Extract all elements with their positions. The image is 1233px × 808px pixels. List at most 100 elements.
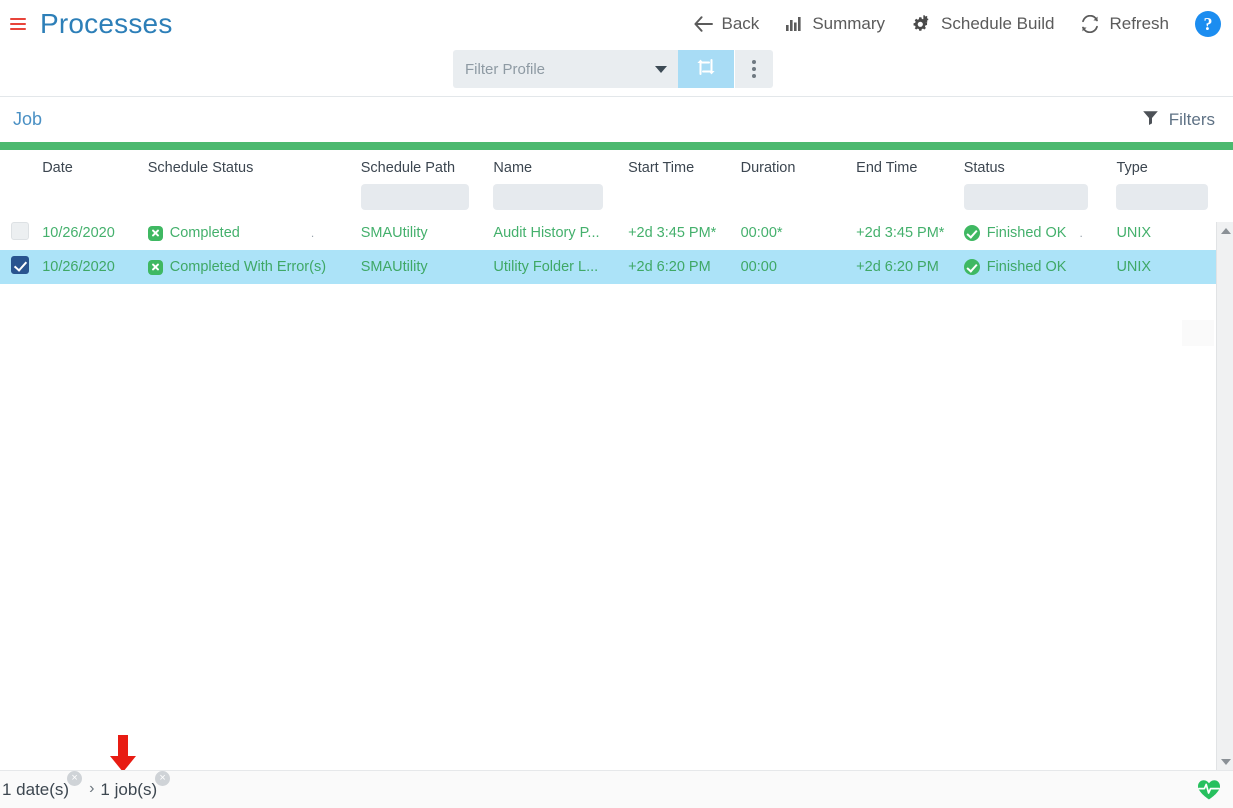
status-bar: 1 date(s) × › 1 job(s) × [0, 770, 1233, 808]
summary-label: Summary [812, 14, 886, 33]
scroll-down-button[interactable] [1217, 753, 1233, 770]
cell-name: Audit History P... [493, 216, 629, 250]
cell-start-time: +2d 6:20 PM [628, 250, 741, 284]
selection-breadcrumbs: 1 date(s) × › 1 job(s) × [2, 770, 171, 800]
cell-date: 10/26/2020 [42, 216, 148, 250]
exchange-arrows-icon [695, 57, 717, 82]
swap-profile-button[interactable] [678, 50, 734, 88]
schedule-status-text: Completed [169, 225, 240, 241]
status-text: Finished OK [986, 259, 1067, 275]
th-duration[interactable]: Duration [740, 150, 857, 216]
filters-label: Filters [1168, 109, 1215, 129]
vertical-dots-icon [752, 60, 756, 64]
placeholder-box [1182, 320, 1214, 346]
heartbeat-icon[interactable] [1197, 779, 1221, 801]
scroll-up-button[interactable] [1217, 222, 1233, 239]
help-icon[interactable]: ? [1195, 11, 1221, 37]
page-title: Processes [40, 8, 173, 39]
gears-icon [911, 15, 932, 33]
cell-date: 10/26/2020 [42, 250, 148, 284]
cell-status: Finished OK [963, 250, 1117, 284]
row-select-cell[interactable] [0, 216, 43, 250]
crumb-separator: › [89, 779, 95, 797]
filter-profile-select[interactable]: Filter Profile [453, 50, 678, 88]
refresh-label: Refresh [1109, 14, 1169, 33]
processes-page: Processes Back Summary Schedule Build Re… [0, 0, 1233, 808]
chevron-down-icon [655, 66, 667, 73]
table-row[interactable]: 10/26/2020 Completed . SMAUtility Audit … [0, 216, 1217, 250]
filter-input-schedule-path[interactable] [360, 184, 469, 210]
crumb-jobs-label: 1 job(s) [100, 779, 158, 799]
table-header-row: Date Schedule Status Schedule Path Name … [0, 150, 1217, 216]
jobs-table: Date Schedule Status Schedule Path Name … [0, 150, 1217, 284]
th-start-time[interactable]: Start Time [628, 150, 741, 216]
filter-profile-row: Filter Profile [0, 48, 1233, 96]
refresh-button[interactable]: Refresh [1080, 14, 1169, 34]
cell-end-time: +2d 6:20 PM [856, 250, 964, 284]
filter-input-name[interactable] [493, 184, 604, 210]
filter-input-status[interactable] [963, 184, 1088, 210]
th-end-time[interactable]: End Time [856, 150, 964, 216]
th-schedule-status[interactable]: Schedule Status [147, 150, 361, 216]
th-status[interactable]: Status [963, 150, 1117, 216]
th-date[interactable]: Date [42, 150, 148, 216]
filter-profile-control: Filter Profile [453, 50, 773, 88]
filter-input-type[interactable] [1116, 184, 1209, 210]
profile-more-menu[interactable] [735, 50, 773, 88]
red-down-arrow-icon [108, 735, 138, 773]
triangle-down-icon [1220, 758, 1231, 765]
th-name[interactable]: Name [493, 150, 629, 216]
th-type[interactable]: Type [1116, 150, 1217, 216]
breadcrumb[interactable]: Job [13, 109, 42, 130]
row-checkbox[interactable] [11, 256, 29, 274]
schedule-status-text: Completed With Error(s) [169, 259, 327, 275]
cell-schedule-path: SMAUtility [360, 216, 494, 250]
jobs-table-container: Date Schedule Status Schedule Path Name … [0, 150, 1217, 770]
crumb-dates-label: 1 date(s) [2, 779, 70, 799]
back-label: Back [721, 14, 760, 33]
th-schedule-path[interactable]: Schedule Path [360, 150, 494, 216]
cell-end-time: +2d 3:45 PM* [856, 216, 964, 250]
cell-duration: 00:00 [740, 250, 857, 284]
cell-status: Finished OK . [963, 216, 1117, 250]
triangle-up-icon [1220, 227, 1231, 234]
cell-schedule-status: Completed With Error(s) [147, 250, 361, 284]
sub-header: Job Filters [0, 96, 1233, 142]
toolbar-actions: Back Summary Schedule Build Refresh ? [693, 11, 1233, 37]
green-check-circle-icon [963, 259, 980, 275]
row-checkbox[interactable] [11, 222, 29, 240]
top-bar: Processes Back Summary Schedule Build Re… [0, 0, 1233, 48]
schedule-build-button[interactable]: Schedule Build [911, 14, 1054, 34]
cell-type: UNIX [1116, 216, 1217, 250]
status-note: . [1079, 226, 1083, 240]
filters-button[interactable]: Filters [1142, 109, 1215, 131]
cell-name: Utility Folder L... [493, 250, 629, 284]
row-select-cell[interactable] [0, 250, 43, 284]
vertical-scrollbar[interactable] [1216, 222, 1233, 770]
table-row[interactable]: 10/26/2020 Completed With Error(s) SMAUt… [0, 250, 1217, 284]
green-x-square-icon [147, 259, 163, 275]
cell-duration: 00:00* [740, 216, 857, 250]
green-x-square-icon [147, 225, 163, 241]
cell-type: UNIX [1116, 250, 1217, 284]
cell-schedule-status: Completed . [147, 216, 361, 250]
hamburger-icon[interactable] [10, 15, 30, 33]
bar-chart-icon [785, 16, 803, 32]
arrow-left-icon [693, 16, 713, 32]
crumb-dates[interactable]: 1 date(s) × [2, 770, 83, 800]
back-button[interactable]: Back [693, 14, 760, 34]
th-select [0, 150, 43, 216]
refresh-icon [1080, 15, 1100, 33]
cell-schedule-path: SMAUtility [360, 250, 494, 284]
funnel-icon [1142, 109, 1159, 131]
accent-divider [0, 142, 1233, 150]
schedule-status-note: . [310, 226, 315, 240]
cell-start-time: +2d 3:45 PM* [628, 216, 741, 250]
summary-button[interactable]: Summary [785, 14, 885, 34]
filter-profile-placeholder: Filter Profile [465, 60, 546, 78]
green-check-circle-icon [963, 225, 980, 241]
crumb-jobs[interactable]: 1 job(s) × [100, 770, 171, 800]
close-icon[interactable]: × [67, 770, 83, 786]
schedule-build-label: Schedule Build [941, 14, 1055, 33]
close-icon[interactable]: × [155, 770, 171, 786]
